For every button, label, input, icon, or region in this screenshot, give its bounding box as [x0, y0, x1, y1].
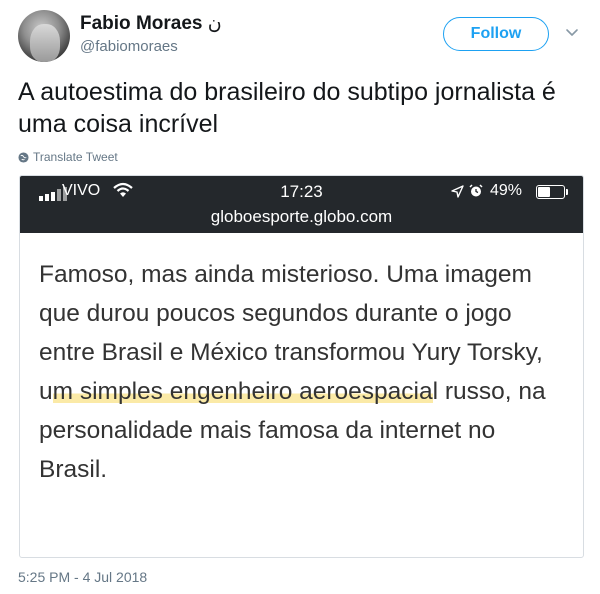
globe-icon	[18, 151, 29, 163]
alarm-clock-icon	[469, 184, 483, 197]
tweet-text: A autoestima do brasileiro do subtipo jo…	[18, 78, 556, 138]
name-glyph: ن	[207, 13, 222, 34]
highlighted-text: m simples engenheiro aeroespacia	[52, 378, 433, 405]
translate-label: Translate Tweet	[33, 150, 118, 164]
page-url: globoesporte.globo.com	[210, 207, 393, 226]
user-handle[interactable]: @fabiomoraes	[80, 38, 178, 55]
translate-tweet-link[interactable]: Translate Tweet	[18, 150, 118, 164]
location-arrow-icon	[451, 185, 464, 198]
battery-icon	[536, 185, 568, 199]
article-text: Famoso, mas ainda misterioso. Uma imagem…	[39, 255, 569, 489]
avatar[interactable]	[18, 10, 70, 62]
battery-percentage: 49%	[490, 182, 523, 199]
tweet-timestamp[interactable]: 5:25 PM - 4 Jul 2018	[18, 569, 147, 585]
chevron-down-icon[interactable]	[564, 24, 580, 40]
follow-button[interactable]: Follow	[443, 17, 549, 51]
user-display-name[interactable]: Fabio Moraes ن	[80, 12, 222, 35]
phone-status-bar: VIVO 17:23 49% globoesporte.globo.com	[20, 176, 583, 233]
user-name-text: Fabio Moraes	[80, 13, 203, 34]
embedded-screenshot: VIVO 17:23 49% globoesporte.globo.com Fa…	[19, 175, 584, 558]
